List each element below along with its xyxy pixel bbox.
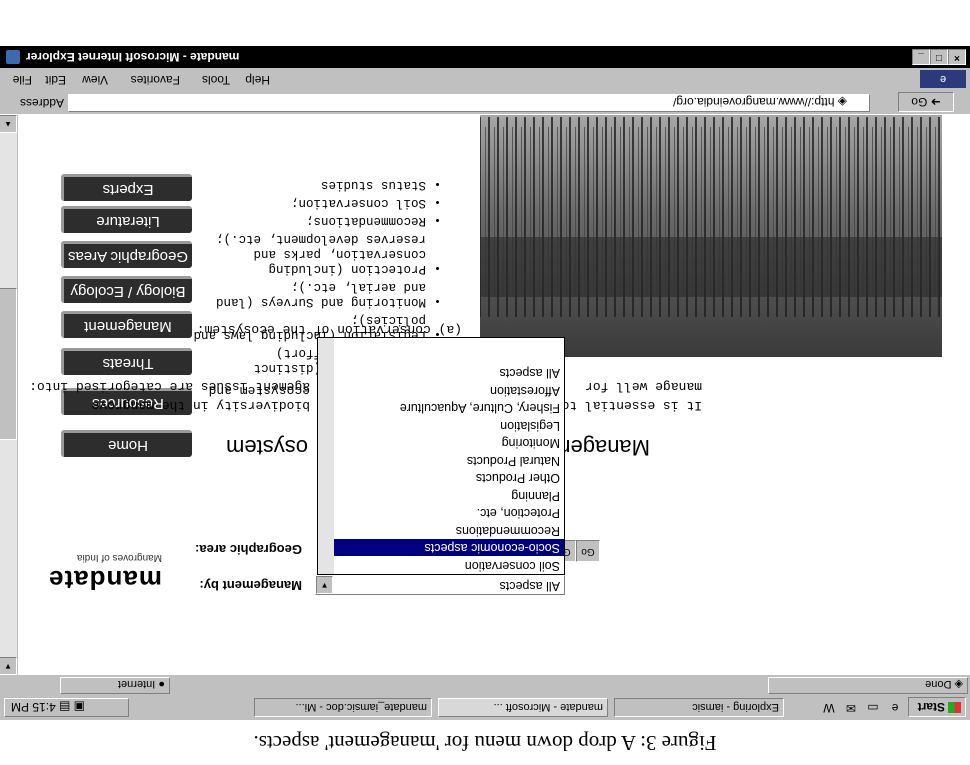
tray-icon[interactable]: ▣ ▤ <box>56 700 85 714</box>
status-zone: ● Internet <box>60 677 170 694</box>
nav-geographic-areas[interactable]: Geographic Areas <box>61 241 192 268</box>
menu-bar: File Edit View Favorites Tools Help e <box>0 68 970 90</box>
heading-right: osystem <box>226 435 308 460</box>
mangrove-photo <box>480 115 942 357</box>
dropdown-option[interactable]: Fishery, Culture, Aquaculture <box>318 399 564 417</box>
windows-logo-icon <box>948 702 961 713</box>
dropdown-option[interactable]: All aspects <box>318 364 564 382</box>
title-bar: mandate - Microsoft Internet Explorer × … <box>0 46 970 68</box>
desktop-quicklaunch-icon[interactable]: ▭ <box>864 699 882 716</box>
intro-right-2: agement issues are categorised into: <box>29 379 310 394</box>
go-arrow-icon: ➜ <box>927 95 941 109</box>
menu-edit[interactable]: Edit <box>45 73 66 87</box>
clock: 4:15 PM <box>11 700 56 714</box>
dropdown-option[interactable]: Protection, etc. <box>318 504 564 522</box>
window-title: mandate - Microsoft Internet Explorer <box>26 50 240 64</box>
menu-file[interactable]: File <box>13 73 32 87</box>
vertical-scrollbar[interactable]: ▼ ▲ <box>0 115 18 675</box>
intro-left-1: It is essential to <box>561 398 702 413</box>
chevron-down-icon[interactable]: ▼ <box>316 576 333 594</box>
figure-caption: Figure 3: A drop down menu for 'manageme… <box>253 731 717 755</box>
task-mandate-ie[interactable]: mandate - Microsoft ... <box>438 698 608 717</box>
list-item: Soil conservation; <box>186 195 426 210</box>
start-label: Start <box>917 700 945 714</box>
taskbar: Start e ▭ ✉ W Exploring - iamsic mandate… <box>0 694 970 721</box>
dropdown-option[interactable]: Monitoring <box>318 434 564 452</box>
list-item: Recommendations; <box>186 213 426 228</box>
nav-home[interactable]: Home <box>61 430 192 457</box>
task-mandate-doc[interactable]: mandate_iamsic.doc - Mi... <box>254 698 432 717</box>
task-exploring[interactable]: Exploring - iamsic <box>614 698 784 717</box>
minimize-icon: _ <box>918 52 924 63</box>
nav-threats[interactable]: Threats <box>61 348 192 375</box>
nav-biology-ecology[interactable]: Biology / Ecology <box>61 276 192 303</box>
site-title: mandate <box>48 565 162 595</box>
list-item: Monitoring and Surveys (land and aerial,… <box>186 279 426 309</box>
scroll-down-button[interactable]: ▼ <box>0 657 17 675</box>
menu-favorites[interactable]: Favorites <box>131 73 180 87</box>
screenshot-stage: Figure 3: A drop down menu for 'manageme… <box>0 0 970 765</box>
outlook-quicklaunch-icon[interactable]: ✉ <box>842 699 860 716</box>
address-input[interactable]: ◈ http://www.mangroveindia.org/ <box>68 94 870 112</box>
ie-throbber-icon: e <box>920 70 966 88</box>
start-button[interactable]: Start <box>908 697 966 717</box>
dropdown-option[interactable]: Planning <box>318 487 564 505</box>
nav-management[interactable]: Management <box>61 311 192 338</box>
site-subtitle: Mangroves of India <box>76 552 162 563</box>
address-bar: Address ◈ http://www.mangroveindia.org/ … <box>0 89 970 115</box>
dropdown-option[interactable]: Soil conservation <box>318 557 564 575</box>
management-label: Management by: <box>199 578 302 593</box>
address-label: Address <box>19 96 64 110</box>
list-item: Status studies <box>186 177 426 192</box>
word-quicklaunch-icon[interactable]: W <box>820 699 838 716</box>
page-done-icon: ◈ <box>951 678 963 690</box>
status-bar: ◈ Done ● Internet <box>0 675 970 695</box>
management-dropdown-list[interactable]: Soil conservation Socio-economic aspects R… <box>317 337 565 575</box>
quick-launch: e ▭ ✉ W <box>804 698 904 716</box>
ie-window-icon <box>6 50 20 64</box>
address-go-button[interactable]: ➜ Go <box>898 92 954 112</box>
menu-tools[interactable]: Tools <box>202 73 230 87</box>
system-tray: ▣ ▤ 4:15 PM <box>4 698 129 717</box>
nav-literature[interactable]: Literature <box>61 206 192 233</box>
dropdown-option[interactable]: Recommendations <box>318 522 564 540</box>
management-select[interactable]: All aspects ▼ <box>315 575 565 595</box>
menu-help[interactable]: Help <box>245 73 270 87</box>
scroll-up-button[interactable]: ▲ <box>0 115 17 133</box>
intro-left-2: manage well for <box>584 379 702 394</box>
mangrove-photo-image <box>480 115 942 357</box>
page-content: mandate Mangroves of India Home Resource… <box>18 115 970 675</box>
dropdown-option[interactable]: Other Products <box>318 469 564 487</box>
geographic-label: Geographic area: <box>195 542 302 557</box>
internet-zone-icon: ● <box>155 678 165 690</box>
page-icon: ◈ <box>834 95 847 109</box>
dropdown-option[interactable]: Socio-economic aspects <box>318 539 564 557</box>
management-select-value: All aspects <box>499 579 560 593</box>
ie-quicklaunch-icon[interactable]: e <box>886 699 904 716</box>
minimize-button[interactable]: _ <box>912 49 930 65</box>
scroll-thumb[interactable] <box>0 288 17 440</box>
dropdown-scrollbar[interactable] <box>318 338 334 574</box>
maximize-icon: □ <box>935 52 943 63</box>
dropdown-option[interactable]: Afforestation <box>318 382 564 400</box>
maximize-button[interactable]: □ <box>930 49 948 65</box>
nav-experts[interactable]: Experts <box>61 174 192 201</box>
close-icon: × <box>954 52 960 63</box>
list-item: Protection (including conservation, park… <box>186 231 426 276</box>
geographic-go-button[interactable]: Go <box>576 540 600 562</box>
status-text: ◈ Done <box>768 677 968 694</box>
menu-view[interactable]: View <box>82 73 108 87</box>
close-button[interactable]: × <box>948 49 966 65</box>
dropdown-option[interactable]: Legislation <box>318 417 564 435</box>
page-margin <box>0 0 970 46</box>
dropdown-option[interactable]: Natural Products <box>318 452 564 470</box>
